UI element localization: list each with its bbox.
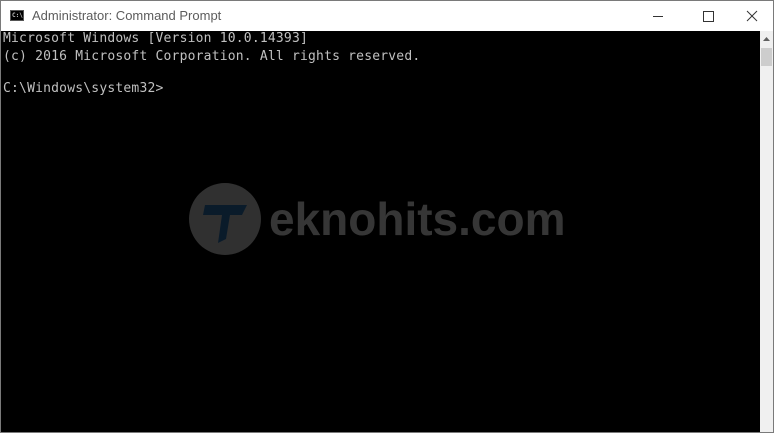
close-icon: [746, 10, 758, 22]
vertical-scrollbar[interactable]: [760, 31, 773, 432]
cmd-icon-glyph: C:\: [12, 12, 23, 19]
console-output[interactable]: Microsoft Windows [Version 10.0.14393] (…: [1, 31, 760, 432]
minimize-button[interactable]: [635, 1, 681, 31]
scroll-thumb[interactable]: [761, 48, 772, 66]
minimize-icon: [653, 15, 663, 17]
console-line: (c) 2016 Microsoft Corporation. All righ…: [3, 49, 421, 64]
close-button[interactable]: [729, 1, 773, 31]
cmd-icon[interactable]: C:\: [10, 10, 24, 21]
chevron-up-icon: [763, 36, 770, 41]
command-prompt-window: C:\ Administrator: Command Prompt Micros…: [0, 0, 774, 433]
window-title: Administrator: Command Prompt: [32, 8, 222, 23]
watermark-text: eknohits.com: [269, 192, 566, 245]
watermark-logo-icon: [203, 204, 247, 243]
command-prompt-line[interactable]: C:\Windows\system32>: [3, 81, 164, 96]
maximize-icon: [702, 10, 714, 22]
watermark-logo: [189, 182, 261, 255]
scroll-up-button[interactable]: [760, 31, 773, 46]
maximize-button[interactable]: [685, 1, 731, 31]
console-line: Microsoft Windows [Version 10.0.14393]: [3, 31, 309, 46]
watermark: eknohits.com: [189, 181, 566, 256]
title-bar[interactable]: C:\ Administrator: Command Prompt: [1, 1, 773, 31]
